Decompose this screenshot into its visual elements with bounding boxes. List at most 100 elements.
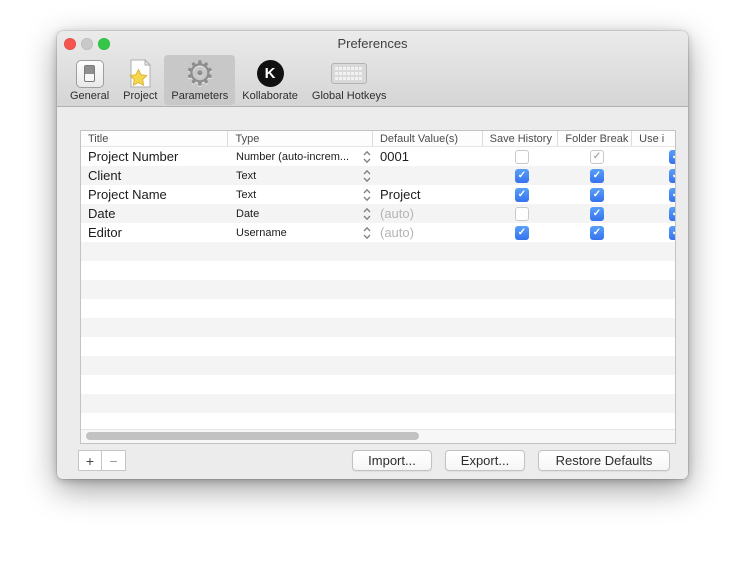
parameter-type-label: Username (236, 226, 287, 239)
toolbar-tabs: General Project ⚙ Parameters K Kollabora… (63, 55, 394, 107)
parameter-type-cell[interactable]: Text (229, 169, 374, 183)
parameter-title-cell[interactable]: Project Number (81, 149, 229, 164)
type-stepper-icon[interactable] (363, 207, 371, 221)
folder-break-cell (560, 149, 634, 164)
save-history-cell (484, 149, 560, 164)
parameters-table: Title Type Default Value(s) Save History… (80, 130, 676, 444)
default-value-cell[interactable]: (auto) (374, 225, 484, 240)
use-in-cell (634, 187, 675, 202)
tab-label: General (70, 90, 110, 102)
empty-row (81, 337, 675, 356)
empty-row (81, 318, 675, 337)
parameter-type-label: Text (236, 169, 257, 182)
folder-break-cell (560, 168, 634, 183)
save-history-cell (484, 187, 560, 202)
tab-project[interactable]: Project (116, 55, 164, 105)
table-row[interactable]: Client Text (81, 166, 675, 185)
parameter-title-cell[interactable]: Date (81, 206, 229, 221)
remove-parameter-button[interactable]: − (102, 450, 126, 471)
tab-kollaborate[interactable]: K Kollaborate (235, 55, 305, 105)
use-in-cell (634, 168, 675, 183)
empty-row (81, 242, 675, 261)
column-header-type: Type (228, 131, 373, 146)
table-row[interactable]: Project Number Number (auto-increm... 00… (81, 147, 675, 166)
save-history-cell (484, 206, 560, 221)
add-remove-control: + − (78, 450, 126, 471)
folder-break-cell (560, 225, 634, 240)
folder-break-checkbox[interactable] (590, 225, 604, 240)
tab-label: Kollaborate (242, 90, 298, 102)
tab-label: Global Hotkeys (311, 90, 387, 102)
parameter-type-label: Date (236, 207, 260, 220)
column-header-use-in: Use i (639, 133, 665, 145)
kollaborate-icon: K (256, 58, 284, 89)
star-document-icon (126, 58, 154, 89)
use-in-checkbox[interactable] (669, 206, 675, 221)
add-parameter-button[interactable]: + (78, 450, 102, 471)
parameter-type-cell[interactable]: Username (229, 226, 374, 240)
empty-row (81, 356, 675, 375)
tab-global-hotkeys[interactable]: Global Hotkeys (305, 55, 394, 105)
table-row[interactable]: Project Name Text Project (81, 185, 675, 204)
type-stepper-icon[interactable] (363, 226, 371, 240)
type-stepper-icon[interactable] (363, 188, 371, 202)
save-history-checkbox[interactable] (515, 225, 529, 240)
use-in-checkbox[interactable] (669, 225, 675, 240)
folder-break-cell (560, 206, 634, 221)
scrollbar-thumb[interactable] (86, 432, 419, 440)
parameter-type-cell[interactable]: Number (auto-increm... (229, 150, 374, 164)
horizontal-scrollbar[interactable] (81, 429, 675, 443)
parameters-pane: Title Type Default Value(s) Save History… (57, 108, 688, 479)
preferences-window: Preferences General Project ⚙ Parameters… (57, 31, 688, 479)
table-body: Project Number Number (auto-increm... 00… (81, 147, 675, 432)
use-in-checkbox[interactable] (669, 168, 675, 183)
parameter-type-label: Number (auto-increm... (236, 150, 350, 163)
save-history-checkbox[interactable] (515, 168, 529, 183)
use-in-checkbox[interactable] (669, 149, 675, 164)
use-in-checkbox[interactable] (669, 187, 675, 202)
parameter-type-label: Text (236, 188, 257, 201)
tab-general[interactable]: General (63, 55, 116, 105)
default-value-cell[interactable]: (auto) (374, 206, 484, 221)
folder-break-checkbox[interactable] (590, 187, 604, 202)
import-button[interactable]: Import... (352, 450, 432, 471)
tab-parameters[interactable]: ⚙ Parameters (164, 54, 236, 105)
folder-break-checkbox[interactable] (590, 168, 604, 183)
parameter-type-cell[interactable]: Text (229, 188, 374, 202)
parameter-title-cell[interactable]: Project Name (81, 187, 229, 202)
save-history-cell (484, 225, 560, 240)
table-row[interactable]: Date Date (auto) (81, 204, 675, 223)
parameter-title-cell[interactable]: Client (81, 168, 229, 183)
type-stepper-icon[interactable] (363, 169, 371, 183)
use-in-cell (634, 206, 675, 221)
save-history-checkbox[interactable] (515, 206, 529, 221)
table-header: Title Type Default Value(s) Save History… (81, 131, 675, 147)
folder-break-checkbox[interactable] (590, 149, 604, 164)
column-header-save-history: Save History (483, 131, 559, 146)
export-button[interactable]: Export... (445, 450, 525, 471)
window-chrome: Preferences General Project ⚙ Parameters… (57, 31, 688, 107)
type-stepper-icon[interactable] (363, 150, 371, 164)
tab-label: Parameters (171, 90, 229, 102)
empty-row (81, 394, 675, 413)
default-value-cell[interactable]: 0001 (374, 149, 484, 164)
restore-defaults-button[interactable]: Restore Defaults (538, 450, 670, 471)
empty-row (81, 280, 675, 299)
parameter-type-cell[interactable]: Date (229, 207, 374, 221)
tab-label: Project (123, 90, 158, 102)
save-history-checkbox[interactable] (515, 187, 529, 202)
keyboard-icon (331, 58, 368, 89)
column-header-folder-break: Folder Break (558, 131, 633, 146)
column-header-default-values: Default Value(s) (373, 131, 483, 146)
titlebar[interactable]: Preferences (57, 31, 688, 55)
table-row[interactable]: Editor Username (auto) (81, 223, 675, 242)
folder-break-checkbox[interactable] (590, 206, 604, 221)
save-history-checkbox[interactable] (515, 149, 529, 164)
default-value-cell[interactable]: Project (374, 187, 484, 202)
switch-icon (75, 58, 104, 89)
gear-icon: ⚙ (184, 54, 216, 93)
empty-row (81, 261, 675, 280)
parameter-title-cell[interactable]: Editor (81, 225, 229, 240)
empty-row (81, 375, 675, 394)
use-in-cell (634, 149, 675, 164)
